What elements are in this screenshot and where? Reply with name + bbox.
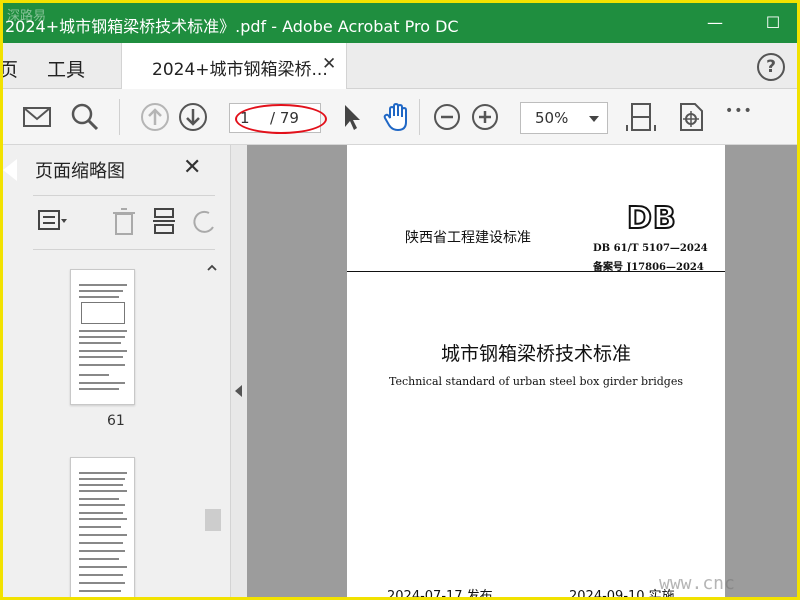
annotation-oval (235, 104, 327, 134)
zoom-in-icon[interactable] (469, 101, 501, 133)
more-icon[interactable]: ••• (725, 103, 757, 135)
maximize-button[interactable]: ☐ (759, 9, 787, 37)
tab-document[interactable]: 2024+城市钢箱梁桥... ✕ (121, 43, 347, 89)
toolbar: 1 / 79 50% ••• (3, 89, 797, 145)
zoom-out-icon[interactable] (431, 101, 463, 133)
thumb-line (79, 336, 125, 338)
thumb-line (79, 478, 125, 480)
toolbar-divider (419, 99, 420, 135)
thumb-line (79, 342, 121, 344)
panel-title: 页面缩略图 (35, 161, 125, 182)
thumb-line (79, 590, 121, 592)
insert-page-icon[interactable] (149, 207, 179, 235)
thumb-line (79, 350, 127, 352)
trash-icon[interactable] (109, 207, 139, 235)
thumb-line (79, 484, 123, 486)
watermark-text: 深路易 (7, 9, 47, 24)
panel-close-button[interactable]: ✕ (183, 155, 201, 180)
page-thumbnail[interactable] (70, 457, 135, 597)
thumb-line (79, 526, 121, 528)
arrow-up-icon[interactable] (139, 101, 171, 133)
document-view[interactable]: 陕西省工程建设标准 DB DB 61/T 5107—2024 备案号 J1780… (247, 145, 797, 600)
collapse-arrow-icon[interactable] (235, 385, 242, 397)
publish-date: 2024-07-17 发布 (387, 589, 493, 600)
standard-code: DB 61/T 5107—2024 (593, 243, 708, 254)
thumb-line (79, 490, 127, 492)
tab-bar: 页 工具 2024+城市钢箱梁桥... ✕ ? (3, 43, 797, 89)
document-title-zh: 城市钢箱梁桥技术标准 (440, 343, 631, 365)
page-thumbnail[interactable] (70, 269, 135, 405)
thumb-line (79, 364, 125, 366)
arrow-down-icon[interactable] (177, 101, 209, 133)
chevron-down-icon (589, 116, 599, 122)
minimize-button[interactable]: — (701, 9, 729, 37)
thumb-line (79, 290, 123, 292)
thumbnail-page-number: 61 (107, 413, 125, 429)
db-logo: DB (626, 200, 677, 237)
search-icon[interactable] (69, 101, 101, 133)
thumb-line (79, 374, 109, 376)
rotate-icon[interactable] (675, 101, 707, 133)
app-window: 2024+城市钢箱梁桥技术标准》.pdf - Adobe Acrobat Pro… (0, 0, 800, 600)
toolbar-divider (119, 99, 120, 135)
thumb-line (79, 388, 119, 390)
thumb-line (79, 382, 125, 384)
thumb-line (79, 558, 119, 560)
panel-notch (3, 159, 17, 181)
scrollbar-thumb[interactable] (205, 509, 221, 531)
document-title-en: Technical standard of urban steel box gi… (388, 375, 684, 388)
fit-page-icon[interactable] (625, 101, 657, 133)
thumb-line (79, 296, 119, 298)
thumb-line (79, 534, 127, 536)
window-title: 2024+城市钢箱梁桥技术标准》.pdf - Adobe Acrobat Pro… (5, 17, 459, 36)
document-page: 陕西省工程建设标准 DB DB 61/T 5107—2024 备案号 J1780… (347, 145, 725, 600)
thumbnail-scrollbar[interactable] (203, 257, 221, 597)
title-bar: 2024+城市钢箱梁桥技术标准》.pdf - Adobe Acrobat Pro… (3, 3, 797, 43)
thumb-line (79, 498, 119, 500)
thumb-line (79, 566, 127, 568)
options-menu-icon[interactable] (37, 207, 67, 235)
zoom-select[interactable]: 50% (520, 102, 608, 134)
envelope-icon[interactable] (21, 101, 53, 133)
thumb-line (79, 550, 125, 552)
thumb-line (79, 504, 125, 506)
hand-icon[interactable] (381, 101, 413, 133)
tab-close-button[interactable]: ✕ (322, 54, 336, 74)
panel-divider (33, 195, 215, 196)
tab-home[interactable]: 页 (3, 55, 18, 82)
scroll-up-icon[interactable] (207, 263, 217, 273)
thumb-line (79, 284, 127, 286)
thumb-line (79, 472, 127, 474)
thumb-line (79, 356, 123, 358)
thumb-line (79, 512, 123, 514)
header-rule (347, 271, 725, 272)
thumb-line (79, 574, 123, 576)
thumb-line (79, 542, 123, 544)
rotate-page-icon[interactable] (189, 207, 219, 235)
thumb-line (79, 582, 125, 584)
thumb-line (79, 518, 127, 520)
thumb-line (79, 330, 127, 332)
standard-type: 陕西省工程建设标准 (405, 230, 531, 246)
thumbnail-panel: 页面缩略图 ✕ 61 (3, 145, 231, 597)
zoom-value: 50% (535, 109, 569, 127)
panel-splitter[interactable] (231, 145, 247, 597)
help-button[interactable]: ? (757, 53, 785, 81)
panel-divider (33, 249, 215, 250)
pointer-icon[interactable] (335, 101, 367, 133)
tab-tools[interactable]: 工具 (47, 55, 85, 82)
page-watermark: www.cnc (659, 573, 735, 594)
thumb-table (81, 302, 125, 324)
tab-document-label: 2024+城市钢箱梁桥... (152, 60, 328, 80)
